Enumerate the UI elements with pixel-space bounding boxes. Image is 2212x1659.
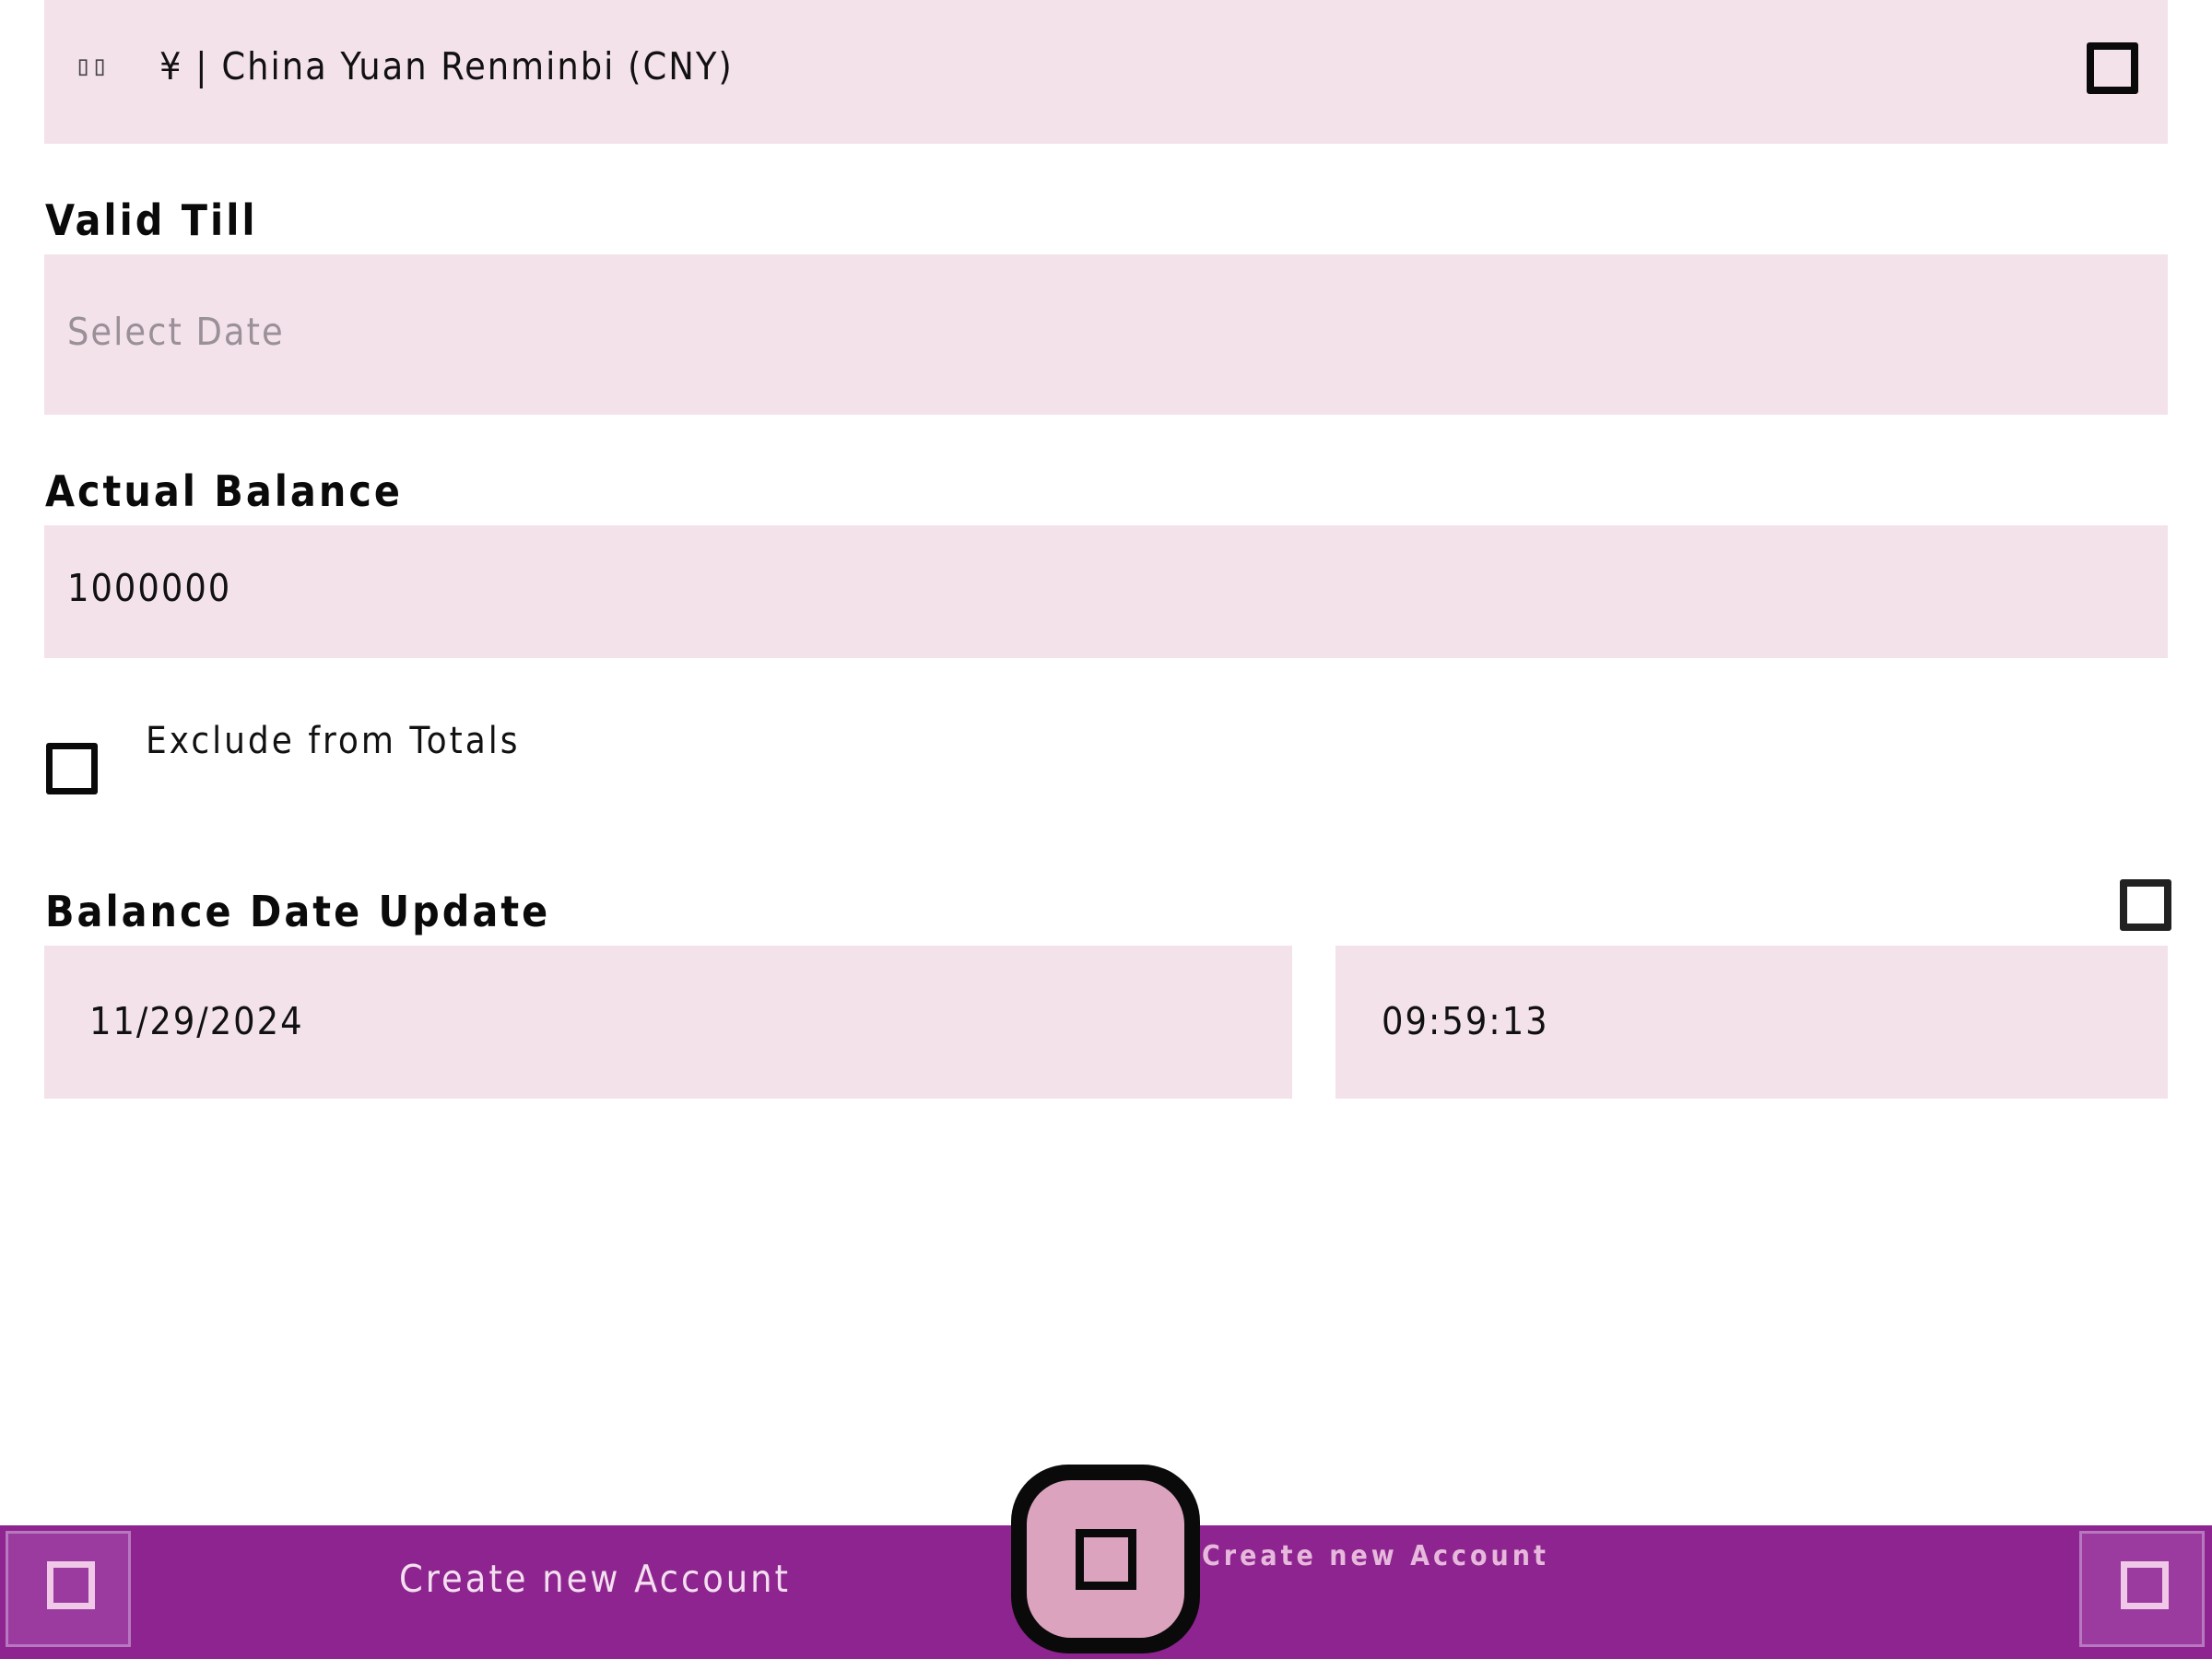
currency-dropdown-square-icon[interactable]	[2087, 42, 2138, 94]
actual-balance-label: Actual Balance	[45, 466, 403, 516]
valid-till-placeholder: Select Date	[67, 310, 285, 354]
currency-select[interactable]: ▯▯ ¥ | China Yuan Renminbi (CNY)	[44, 0, 2168, 144]
right-square-icon	[2121, 1561, 2169, 1609]
balance-date-field[interactable]: 11/29/2024	[44, 946, 1292, 1099]
balance-date-update-label: Balance Date Update	[45, 887, 551, 936]
currency-flag-icon: ▯▯	[75, 50, 109, 82]
balance-date-update-toggle-icon[interactable]	[2120, 879, 2171, 931]
exclude-from-totals-checkbox[interactable]	[46, 743, 98, 794]
actual-balance-input[interactable]: 1000000	[44, 525, 2168, 658]
balance-time-value: 09:59:13	[1382, 999, 1549, 1043]
balance-date-value: 11/29/2024	[89, 999, 304, 1043]
left-square-icon	[47, 1561, 95, 1609]
create-account-fab[interactable]	[1011, 1465, 1200, 1653]
valid-till-label: Valid Till	[45, 195, 258, 245]
balance-time-field[interactable]: 09:59:13	[1335, 946, 2168, 1099]
bottom-left-square-icon[interactable]	[6, 1531, 131, 1647]
fab-caption-label: Create new Account	[1202, 1540, 1549, 1572]
exclude-from-totals-label: Exclude from Totals	[146, 720, 521, 762]
create-account-form: ▯▯ ¥ | China Yuan Renminbi (CNY) Valid T…	[0, 0, 2212, 1659]
fab-body	[1027, 1480, 1184, 1638]
fab-square-icon	[1076, 1529, 1136, 1590]
actual-balance-value: 1000000	[67, 566, 232, 610]
valid-till-date-field[interactable]: Select Date	[44, 254, 2168, 415]
bottom-right-square-icon[interactable]	[2079, 1531, 2205, 1647]
currency-value: ¥ | China Yuan Renminbi (CNY)	[159, 44, 734, 88]
create-new-account-label[interactable]: Create new Account	[399, 1560, 791, 1598]
